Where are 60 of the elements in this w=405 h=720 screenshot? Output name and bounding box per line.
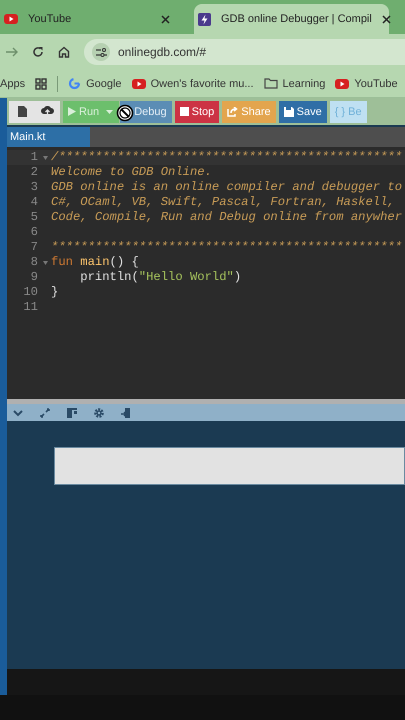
fold-icon[interactable] xyxy=(43,156,48,160)
fold-icon[interactable] xyxy=(43,260,48,264)
bookmark[interactable]: Learning xyxy=(282,78,326,90)
close-icon[interactable] xyxy=(161,14,170,24)
layout-icon[interactable] xyxy=(66,406,78,418)
letter-g-icon xyxy=(68,77,82,90)
browser-tab[interactable]: GDB online Debugger | Compil xyxy=(194,4,389,34)
exit-icon[interactable] xyxy=(120,406,132,418)
line-number: 7 xyxy=(30,240,39,255)
code-line: ************************************************ xyxy=(51,240,402,255)
square-icon xyxy=(180,107,189,116)
line-number: 11 xyxy=(22,300,39,315)
address-bar[interactable]: onlinegdb.com/# xyxy=(84,39,405,65)
code-line: /*********************************************** xyxy=(51,150,402,165)
upload-button[interactable] xyxy=(34,100,60,122)
code-line: Code, Compile, Run and Debug online from anywher xyxy=(51,210,402,225)
reload-icon[interactable] xyxy=(32,46,44,58)
code-line: GDB online is an online compiler and debugger to xyxy=(51,180,402,195)
line-number: 3 xyxy=(30,180,39,195)
line-number: 9 xyxy=(30,270,39,285)
expand-icon[interactable] xyxy=(39,406,51,418)
line-number: 8 xyxy=(30,255,39,270)
home-icon[interactable] xyxy=(58,46,70,58)
code-line: C#, OCaml, VB, Swift, Pascal, Fortran, Haskell, xyxy=(51,195,395,210)
grid-icon[interactable] xyxy=(35,78,48,90)
line-number: 10 xyxy=(22,285,39,300)
settings-icon[interactable] xyxy=(93,406,105,418)
bookmark[interactable]: Apps xyxy=(0,78,26,90)
stop-button[interactable]: Stop xyxy=(174,100,220,122)
lightning-icon xyxy=(198,12,211,26)
file-icon xyxy=(18,106,26,117)
video-play-icon xyxy=(132,78,146,88)
browser-tab[interactable]: YouTube xyxy=(0,4,180,34)
code-line: println("Hello World") xyxy=(79,270,242,285)
sliders-icon[interactable] xyxy=(96,48,106,56)
upload-icon xyxy=(40,106,54,117)
share-icon xyxy=(227,106,238,116)
code-line: Welcome to GDB Online. xyxy=(51,165,212,180)
video-play-icon xyxy=(4,14,18,24)
bookmark[interactable]: Google xyxy=(86,78,122,90)
line-number: 1 xyxy=(30,150,39,165)
forward-icon[interactable] xyxy=(6,47,18,57)
line-number: 2 xyxy=(30,165,39,180)
code-line: } xyxy=(51,285,58,300)
code-editor[interactable] xyxy=(7,147,405,399)
code-line: fun main() { xyxy=(51,255,139,270)
close-icon[interactable] xyxy=(382,14,391,24)
bookmark[interactable]: Owen's favorite mu... xyxy=(150,78,254,90)
save-button[interactable]: Save xyxy=(278,100,327,122)
line-number: 5 xyxy=(30,210,39,225)
folder-icon xyxy=(264,78,278,89)
video-play-icon xyxy=(335,78,350,88)
new-file-button[interactable] xyxy=(9,100,35,122)
play-icon xyxy=(68,107,76,116)
line-number: 6 xyxy=(30,225,39,240)
line-number: 4 xyxy=(30,195,39,210)
not-allowed-cursor-icon xyxy=(116,104,134,122)
bookmark[interactable]: YouTube xyxy=(354,78,398,90)
input-field[interactable] xyxy=(54,447,405,485)
file-tab[interactable]: Main.kt xyxy=(7,127,90,147)
